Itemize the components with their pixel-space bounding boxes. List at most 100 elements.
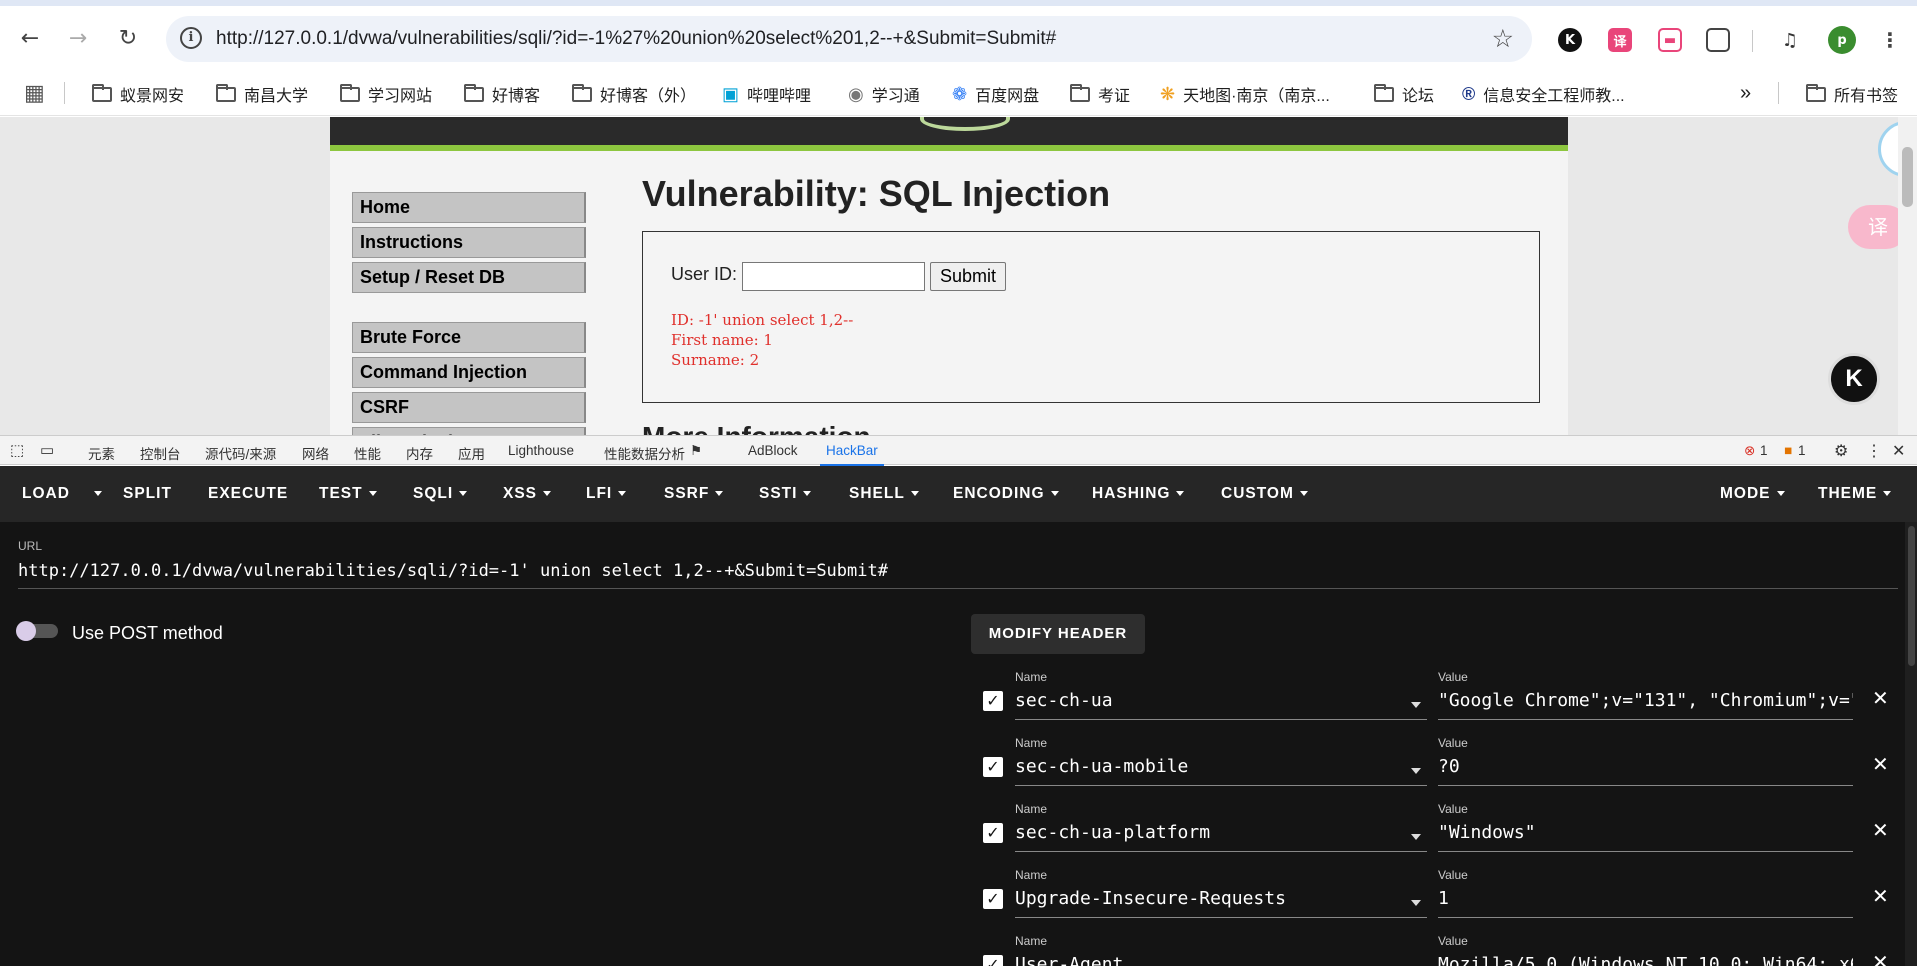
hackbar-load-dropdown-icon[interactable] bbox=[88, 485, 102, 503]
header-name-select[interactable]: User-Agent bbox=[1015, 954, 1427, 966]
submit-button[interactable]: Submit bbox=[930, 262, 1006, 291]
bookmark-item[interactable]: ® 信息安全工程师教... bbox=[1462, 82, 1625, 106]
forward-arrow-icon[interactable]: → bbox=[64, 24, 92, 52]
hackbar-ssti-menu[interactable]: SSTI bbox=[759, 485, 812, 503]
bookmark-star-icon[interactable]: ☆ bbox=[1492, 24, 1514, 53]
header-enabled-checkbox[interactable]: ✓ bbox=[983, 955, 1003, 966]
user-id-input[interactable] bbox=[742, 262, 925, 291]
close-devtools-icon[interactable]: ✕ bbox=[1892, 441, 1905, 461]
reload-icon[interactable]: ↻ bbox=[114, 24, 142, 52]
apps-grid-icon[interactable]: ▦ bbox=[24, 80, 45, 106]
hackbar-load-button[interactable]: LOAD bbox=[22, 485, 70, 503]
header-name-dropdown-icon[interactable] bbox=[1411, 834, 1421, 840]
hackbar-custom-menu[interactable]: CUSTOM bbox=[1221, 485, 1308, 503]
hackbar-theme-menu[interactable]: THEME bbox=[1818, 485, 1892, 503]
tab-performance-insights[interactable]: 性能数据分析 bbox=[604, 443, 685, 463]
remove-header-icon[interactable]: ✕ bbox=[1872, 950, 1889, 966]
header-name-dropdown-icon[interactable] bbox=[1411, 702, 1421, 708]
profile-avatar[interactable]: p bbox=[1828, 26, 1856, 54]
post-method-toggle[interactable] bbox=[16, 621, 58, 641]
menu-item-setup[interactable]: Setup / Reset DB bbox=[352, 262, 586, 293]
tab-elements[interactable]: 元素 bbox=[88, 443, 115, 463]
floating-k-icon[interactable]: K bbox=[1828, 353, 1880, 405]
menu-item-file-inclusion[interactable]: File Inclusion bbox=[352, 427, 586, 435]
remove-header-icon[interactable]: ✕ bbox=[1872, 752, 1889, 776]
tab-performance[interactable]: 性能 bbox=[354, 443, 381, 463]
hackbar-scrollbar-thumb[interactable] bbox=[1908, 526, 1915, 666]
page-scrollbar-thumb[interactable] bbox=[1902, 147, 1913, 207]
header-name-dropdown-icon[interactable] bbox=[1411, 768, 1421, 774]
header-enabled-checkbox[interactable]: ✓ bbox=[983, 889, 1003, 909]
hackbar-encoding-menu[interactable]: ENCODING bbox=[953, 485, 1059, 503]
settings-gear-icon[interactable]: ⚙ bbox=[1834, 441, 1848, 461]
extensions-puzzle-icon[interactable] bbox=[1706, 28, 1730, 52]
all-bookmarks[interactable]: 所有书签 bbox=[1806, 82, 1898, 106]
hackbar-execute-button[interactable]: EXECUTE bbox=[208, 485, 288, 503]
url-field[interactable]: http://127.0.0.1/dvwa/vulnerabilities/sq… bbox=[18, 561, 888, 581]
tab-network[interactable]: 网络 bbox=[302, 443, 329, 463]
address-bar[interactable]: i http://127.0.0.1/dvwa/vulnerabilities/… bbox=[166, 16, 1532, 62]
header-enabled-checkbox[interactable]: ✓ bbox=[983, 691, 1003, 711]
header-name-select[interactable]: sec-ch-ua-mobile bbox=[1015, 756, 1427, 786]
bookmark-item[interactable]: 论坛 bbox=[1374, 82, 1434, 106]
hackbar-split-button[interactable]: SPLIT bbox=[123, 485, 172, 503]
hackbar-xss-menu[interactable]: XSS bbox=[503, 485, 552, 503]
k-extension-icon[interactable]: K bbox=[1558, 28, 1582, 52]
hackbar-hashing-menu[interactable]: HASHING bbox=[1092, 485, 1185, 503]
tab-lighthouse[interactable]: Lighthouse bbox=[508, 443, 574, 458]
header-value-input[interactable]: "Windows" bbox=[1438, 822, 1853, 852]
hackbar-mode-menu[interactable]: MODE bbox=[1720, 485, 1785, 503]
bookmark-item[interactable]: ◉ 学习通 bbox=[848, 82, 920, 106]
header-enabled-checkbox[interactable]: ✓ bbox=[983, 823, 1003, 843]
hackbar-ssrf-menu[interactable]: SSRF bbox=[664, 485, 724, 503]
menu-item-instructions[interactable]: Instructions bbox=[352, 227, 586, 258]
header-name-select[interactable]: Upgrade-Insecure-Requests bbox=[1015, 888, 1427, 918]
site-info-icon[interactable]: i bbox=[180, 27, 202, 49]
header-value-input[interactable]: "Google Chrome";v="131", "Chromium";v="1… bbox=[1438, 690, 1853, 720]
inspect-element-icon[interactable]: ⬚ bbox=[10, 441, 24, 459]
remove-header-icon[interactable]: ✕ bbox=[1872, 884, 1889, 908]
bookmark-item[interactable]: 好博客（外） bbox=[572, 82, 696, 106]
remove-header-icon[interactable]: ✕ bbox=[1872, 686, 1889, 710]
bookmarks-overflow-icon[interactable]: » bbox=[1740, 82, 1751, 105]
tab-sources[interactable]: 源代码/来源 bbox=[205, 443, 276, 463]
menu-item-brute-force[interactable]: Brute Force bbox=[352, 322, 586, 353]
hackbar-test-menu[interactable]: TEST bbox=[319, 485, 377, 503]
bookmark-item[interactable]: 南昌大学 bbox=[216, 82, 308, 106]
tab-memory[interactable]: 内存 bbox=[406, 443, 433, 463]
bookmark-item[interactable]: ❋ 天地图·南京（南京... bbox=[1160, 82, 1330, 106]
tab-adblock[interactable]: AdBlock bbox=[748, 443, 798, 458]
header-name-select[interactable]: sec-ch-ua bbox=[1015, 690, 1427, 720]
remove-header-icon[interactable]: ✕ bbox=[1872, 818, 1889, 842]
address-bar-url[interactable]: http://127.0.0.1/dvwa/vulnerabilities/sq… bbox=[216, 28, 1056, 50]
header-value-input[interactable]: ?0 bbox=[1438, 756, 1853, 786]
menu-item-home[interactable]: Home bbox=[352, 192, 586, 223]
menu-item-csrf[interactable]: CSRF bbox=[352, 392, 586, 423]
bookmark-item[interactable]: 学习网站 bbox=[340, 82, 432, 106]
tab-console[interactable]: 控制台 bbox=[140, 443, 181, 463]
devtools-more-icon[interactable]: ⋮ bbox=[1866, 441, 1882, 461]
bookmark-item[interactable]: ▣ 哔哩哔哩 bbox=[722, 82, 811, 106]
translate-extension-icon[interactable]: 译 bbox=[1608, 28, 1632, 52]
header-enabled-checkbox[interactable]: ✓ bbox=[983, 757, 1003, 777]
hackbar-sqli-menu[interactable]: SQLI bbox=[413, 485, 468, 503]
header-value-input[interactable]: Mozilla/5.0 (Windows NT 10.0; Win64; x64… bbox=[1438, 954, 1853, 966]
tab-application[interactable]: 应用 bbox=[458, 443, 485, 463]
hackbar-shell-menu[interactable]: SHELL bbox=[849, 485, 919, 503]
media-control-icon[interactable]: ♫ bbox=[1778, 28, 1802, 52]
bookmark-item[interactable]: 蚁景网安 bbox=[92, 82, 184, 106]
warning-count-icon[interactable]: ■ bbox=[1784, 443, 1792, 458]
error-count-icon[interactable]: ⊗ bbox=[1744, 443, 1755, 459]
bookmark-item[interactable]: ❁ 百度网盘 bbox=[952, 82, 1039, 106]
header-name-select[interactable]: sec-ch-ua-platform bbox=[1015, 822, 1427, 852]
bookmark-item[interactable]: 好博客 bbox=[464, 82, 540, 106]
modify-header-button[interactable]: MODIFY HEADER bbox=[971, 614, 1145, 654]
tab-hackbar[interactable]: HackBar bbox=[820, 443, 884, 466]
header-name-dropdown-icon[interactable] bbox=[1411, 900, 1421, 906]
bookmark-item[interactable]: 考证 bbox=[1070, 82, 1130, 106]
hackbar-lfi-menu[interactable]: LFI bbox=[586, 485, 627, 503]
more-menu-icon[interactable]: ⋮ bbox=[1878, 28, 1902, 52]
back-arrow-icon[interactable]: ← bbox=[16, 24, 44, 52]
header-value-input[interactable]: 1 bbox=[1438, 888, 1853, 918]
menu-item-command-injection[interactable]: Command Injection bbox=[352, 357, 586, 388]
